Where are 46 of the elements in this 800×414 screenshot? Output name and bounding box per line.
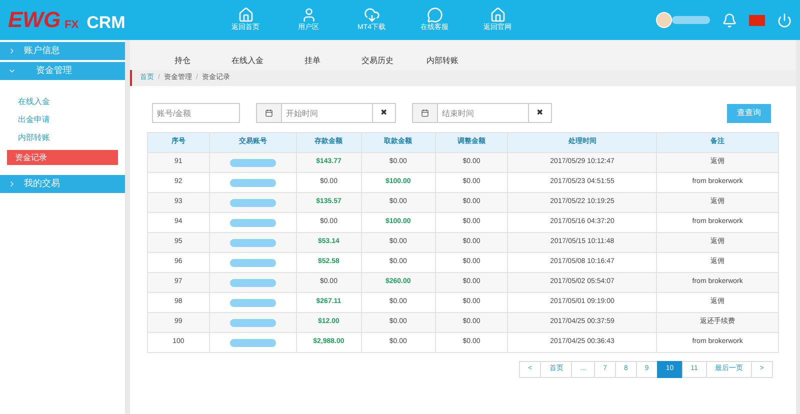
logo: EWG — [8, 9, 61, 31]
calendar-icon — [421, 109, 429, 117]
tab[interactable]: 挂单 — [280, 55, 345, 67]
bell-icon[interactable] — [722, 12, 737, 28]
avatar — [656, 12, 672, 28]
account-redaction — [230, 298, 276, 306]
account-redaction — [230, 258, 276, 266]
account-redaction — [230, 218, 276, 226]
clear-button[interactable]: ✖ — [372, 104, 395, 122]
sidebar-item[interactable]: 资金管理 — [0, 62, 125, 80]
chat-icon — [426, 6, 442, 23]
power-icon[interactable] — [777, 12, 792, 28]
chevron-right-icon — [8, 47, 16, 55]
tab[interactable]: 持仓 — [150, 55, 215, 67]
chevron-down-icon — [8, 67, 16, 75]
sidebar-item[interactable]: 我的交易 — [0, 175, 125, 193]
app-title: CRM — [86, 14, 126, 31]
calendar-icon — [265, 109, 273, 117]
tab[interactable]: 在线入金 — [215, 55, 280, 67]
account-field[interactable]: 账号/金额 — [152, 103, 240, 123]
submenu-item[interactable]: 在线入金 — [0, 94, 125, 109]
account-redaction — [230, 158, 276, 166]
logo-suffix: FX — [64, 20, 79, 31]
username-redaction — [672, 16, 710, 24]
home-icon — [490, 6, 506, 23]
submenu-item[interactable]: 资金记录 — [7, 150, 118, 165]
date-field[interactable]: 开始时间 ✖ — [256, 103, 396, 123]
account-redaction — [230, 278, 276, 286]
account-redaction — [230, 318, 276, 326]
account-redaction — [230, 178, 276, 186]
chevron-right-icon — [8, 180, 16, 188]
date-field[interactable]: 结束时间 ✖ — [412, 103, 552, 123]
account-redaction — [230, 238, 276, 246]
submenu-item[interactable]: 出金申请 — [0, 112, 125, 127]
submenu-item[interactable]: 内部转账 — [0, 130, 125, 145]
flag-icon[interactable] — [749, 14, 765, 26]
sidebar-item[interactable]: 账户信息 — [0, 42, 125, 60]
search-button[interactable]: 查查询 — [727, 104, 771, 122]
tab[interactable]: 内部转账 — [410, 55, 475, 67]
cloud-download-icon — [364, 6, 380, 23]
clear-button[interactable]: ✖ — [528, 104, 551, 122]
account-redaction — [230, 338, 276, 346]
user-icon — [300, 6, 316, 23]
home-icon — [238, 6, 254, 23]
account-redaction — [230, 198, 276, 206]
tab[interactable]: 交易历史 — [345, 55, 410, 67]
